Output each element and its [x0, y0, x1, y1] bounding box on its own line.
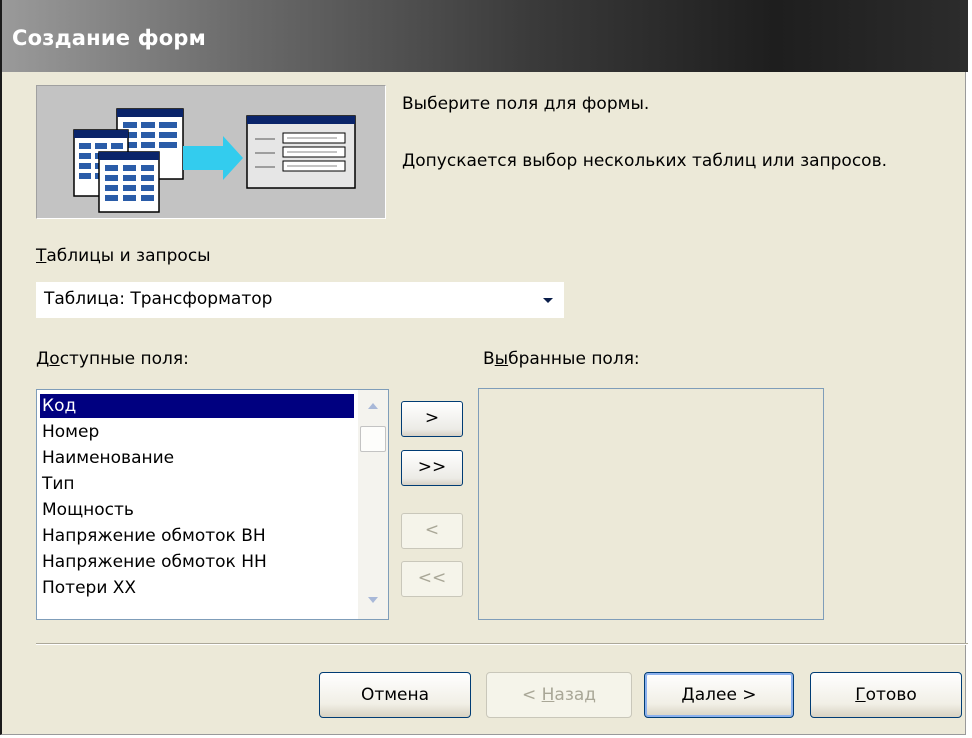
scrollbar-thumb[interactable]	[360, 426, 386, 452]
list-item[interactable]: Напряжение обмоток ВН	[42, 524, 266, 548]
tables-queries-combobox[interactable]: Таблица: Трансформатор	[36, 281, 564, 318]
back-accel: Н	[541, 685, 555, 705]
intro-line-2: Допускается выбор нескольких таблиц или …	[402, 151, 887, 171]
wizard-illustration	[36, 85, 386, 219]
tables-queries-label: Таблицы и запросы	[36, 246, 211, 266]
finish-label: отово	[865, 685, 917, 705]
next-accel: Д	[681, 685, 695, 705]
selected-label-part2: бранные поля:	[508, 349, 640, 369]
window-title: Создание форм	[12, 26, 207, 50]
tables-queries-value: Таблица: Трансформатор	[44, 289, 273, 309]
back-prefix: <	[521, 685, 542, 705]
remove-all-fields-button[interactable]: <<	[401, 561, 463, 597]
intro-line-1: Выберите поля для формы.	[402, 94, 650, 114]
list-item[interactable]: Потери ХХ	[42, 576, 136, 600]
title-bar[interactable]: Создание форм	[2, 0, 968, 72]
separator-highlight	[36, 644, 968, 645]
selected-fields-label: Выбранные поля:	[483, 349, 640, 369]
finish-accel: Г	[855, 685, 866, 705]
scroll-down-arrow-icon[interactable]	[363, 590, 383, 610]
remove-field-button[interactable]: <	[401, 513, 463, 549]
finish-button[interactable]: Готово	[810, 672, 962, 718]
vertical-scrollbar[interactable]	[358, 390, 388, 619]
tables-queries-label-text: аблицы и запросы	[46, 246, 211, 266]
next-label: алее >	[694, 685, 757, 705]
list-item[interactable]: Тип	[42, 472, 75, 496]
add-field-button[interactable]: >	[401, 401, 463, 437]
cancel-button[interactable]: Отмена	[319, 672, 471, 718]
form-wizard-dialog: Создание форм Выберите поля для формы. Д…	[0, 0, 968, 735]
list-item[interactable]: Наименование	[42, 446, 174, 470]
available-fields-label: Доступные поля:	[36, 349, 189, 369]
back-label: азад	[554, 685, 597, 705]
chevron-down-icon[interactable]	[540, 293, 556, 307]
list-item[interactable]: Мощность	[42, 498, 134, 522]
list-item[interactable]: Код	[40, 394, 354, 418]
selected-accel: ы	[494, 349, 509, 369]
list-item[interactable]: Номер	[42, 420, 99, 444]
tables-queries-accel: Т	[36, 246, 47, 266]
add-all-fields-button[interactable]: >>	[401, 450, 463, 486]
scroll-up-arrow-icon[interactable]	[363, 396, 383, 416]
tables-to-form-icon	[73, 108, 356, 213]
available-fields-list[interactable]: Код Номер Наименование Тип Мощность Напр…	[36, 389, 389, 620]
selected-fields-list[interactable]	[478, 388, 824, 620]
available-label-part2: ступные поля:	[59, 349, 189, 369]
next-button[interactable]: Далее >	[644, 672, 794, 718]
list-item[interactable]: Напряжение обмоток НН	[42, 550, 267, 574]
selected-label-part1: В	[483, 349, 495, 369]
available-label-part1: Д	[36, 349, 50, 369]
back-button[interactable]: < Назад	[486, 672, 632, 718]
available-accel: о	[49, 349, 60, 369]
